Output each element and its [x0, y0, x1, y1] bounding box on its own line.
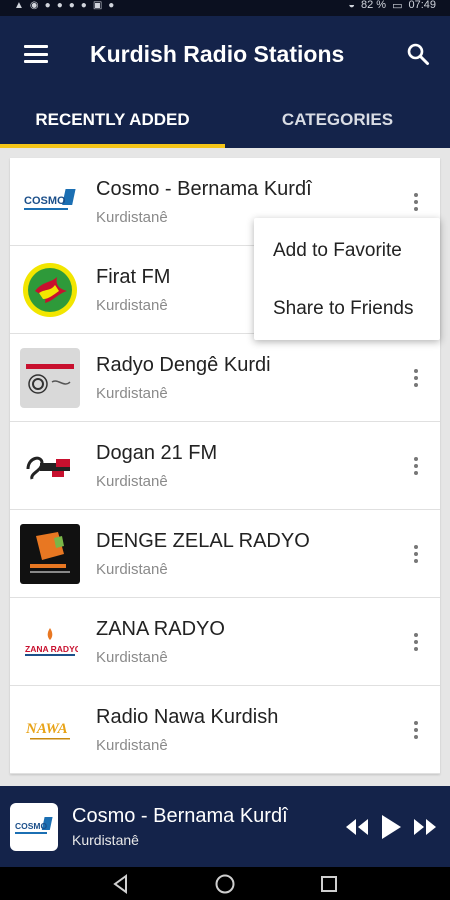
station-subtitle: Kurdistanê	[96, 560, 168, 578]
station-name: Radyo Dengê Kurdi	[96, 353, 271, 376]
app-bar: Kurdish Radio Stations	[0, 16, 450, 92]
station-name: Dogan 21 FM	[96, 441, 218, 464]
home-icon[interactable]	[214, 873, 236, 895]
tab-recently-added[interactable]: RECENTLY ADDED	[0, 92, 225, 148]
nawa-logo-text: NAWA	[25, 721, 68, 737]
status-bar: ▲ ◉ ● ● ● ● ▣ ● ◒ 82 % ▭ 07:49	[0, 0, 450, 16]
rewind-icon[interactable]	[344, 817, 370, 837]
more-vert-icon	[414, 720, 418, 739]
more-options-button[interactable]	[392, 598, 440, 686]
station-texts: Radyo Dengê Kurdi Kurdistanê	[96, 354, 392, 402]
tab-categories[interactable]: CATEGORIES	[225, 92, 450, 148]
cosmo-logo-text: COSMO	[24, 195, 66, 207]
more-options-button[interactable]	[392, 422, 440, 510]
wifi-icon: ◒	[348, 0, 355, 11]
cosmo-logo: COSMO	[20, 172, 80, 232]
station-name: DENGE ZELAL RADYO	[96, 529, 310, 552]
mini-player[interactable]: COSMO Cosmo - Bernama Kurdî Kurdistanê	[0, 786, 450, 867]
station-texts: Radio Nawa Kurdish Kurdistanê	[96, 706, 392, 754]
player-texts: Cosmo - Bernama Kurdî Kurdistanê	[72, 805, 344, 848]
player-station-logo: COSMO	[10, 802, 58, 851]
player-controls	[344, 814, 438, 840]
status-notification-icons: ▲ ◉ ● ● ● ● ▣ ●	[14, 0, 115, 11]
player-station-name: Cosmo - Bernama Kurdî	[72, 805, 288, 827]
more-vert-icon	[414, 192, 418, 211]
more-vert-icon	[414, 368, 418, 387]
more-vert-icon	[414, 456, 418, 475]
menu-button[interactable]	[0, 16, 72, 92]
station-row[interactable]: DENGE ZELAL RADYO Kurdistanê	[10, 510, 440, 598]
tab-bar: RECENTLY ADDED CATEGORIES	[0, 92, 450, 148]
station-subtitle: Kurdistanê	[96, 384, 168, 402]
station-row[interactable]: ZANA RADYO ZANA RADYO Kurdistanê	[10, 598, 440, 686]
station-name: Cosmo - Bernama Kurdî	[96, 177, 312, 200]
more-options-button[interactable]	[392, 686, 440, 774]
battery-icon: ▭	[392, 0, 403, 12]
radio-nawa-logo: NAWA	[20, 700, 80, 760]
back-icon[interactable]	[111, 873, 131, 894]
play-icon[interactable]	[380, 814, 402, 840]
station-texts: ZANA RADYO Kurdistanê	[96, 618, 392, 666]
zana-radyo-logo: ZANA RADYO	[20, 612, 80, 672]
battery-text: 82 %	[360, 0, 387, 11]
station-texts: Dogan 21 FM Kurdistanê	[96, 442, 392, 490]
denge-zelal-logo	[20, 523, 80, 584]
station-row[interactable]: NAWA Radio Nawa Kurdish Kurdistanê	[10, 686, 440, 774]
station-row[interactable]: Dogan 21 FM Kurdistanê	[10, 422, 440, 510]
fast-forward-icon[interactable]	[412, 817, 438, 837]
station-name: Radio Nawa Kurdish	[96, 705, 279, 728]
search-icon	[407, 43, 429, 65]
station-subtitle: Kurdistanê	[96, 648, 168, 666]
player-logo-text: COSMO	[15, 821, 48, 831]
status-right: ◒ 82 % ▭ 07:49	[348, 0, 436, 12]
system-nav-bar	[0, 867, 450, 900]
menu-item-share-to-friends[interactable]: Share to Friends	[254, 280, 440, 338]
app-title: Kurdish Radio Stations	[90, 40, 345, 67]
station-subtitle: Kurdistanê	[96, 472, 168, 490]
station-row[interactable]: Radyo Dengê Kurdi Kurdistanê	[10, 334, 440, 422]
recents-icon[interactable]	[319, 874, 339, 894]
radyo-denge-kurdi-logo	[20, 347, 80, 408]
hamburger-icon	[24, 45, 48, 63]
search-button[interactable]	[386, 16, 450, 92]
more-vert-icon	[414, 544, 418, 563]
station-subtitle: Kurdistanê	[96, 736, 168, 754]
dogan-21-fm-logo	[20, 436, 80, 496]
more-options-button[interactable]	[392, 334, 440, 422]
player-station-subtitle: Kurdistanê	[72, 832, 139, 848]
popup-menu: Add to Favorite Share to Friends	[254, 218, 440, 340]
more-vert-icon	[414, 632, 418, 651]
station-texts: DENGE ZELAL RADYO Kurdistanê	[96, 530, 392, 578]
firat-fm-logo	[20, 260, 80, 320]
status-time: 07:49	[408, 0, 436, 11]
zana-logo-text: ZANA RADYO	[25, 644, 78, 654]
more-options-button[interactable]	[392, 510, 440, 598]
menu-item-add-to-favorite[interactable]: Add to Favorite	[254, 222, 440, 280]
station-name: ZANA RADYO	[96, 617, 225, 640]
